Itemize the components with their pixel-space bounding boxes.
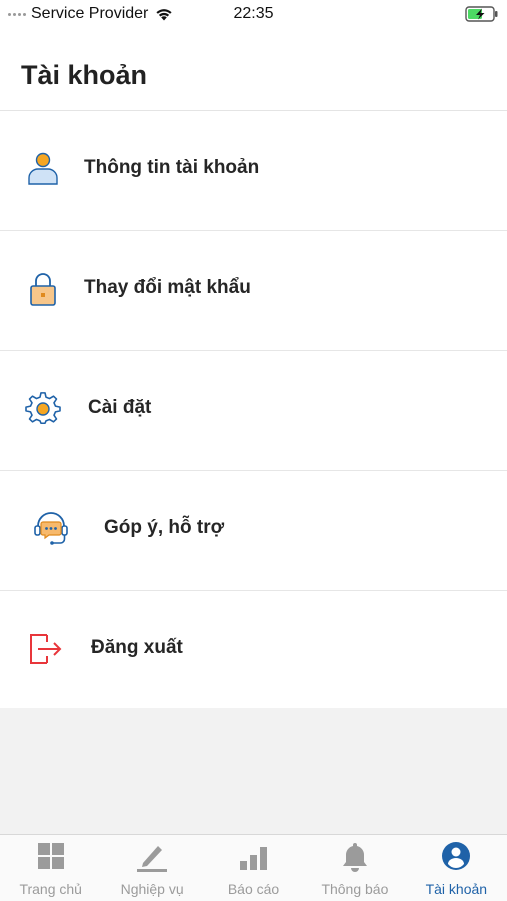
menu-item-settings[interactable]: Cài đặt xyxy=(0,351,507,471)
status-bar: Service Provider 22:35 xyxy=(0,0,507,30)
gear-icon xyxy=(25,392,61,425)
menu-item-label: Cài đặt xyxy=(88,397,152,418)
status-time: 22:35 xyxy=(233,5,274,22)
menu-item-label: Đăng xuất xyxy=(91,637,183,658)
page-title: Tài khoản xyxy=(21,60,148,90)
tab-label: Thông báo xyxy=(321,881,389,897)
menu-item-account-info[interactable]: Thông tin tài khoản xyxy=(0,111,507,231)
header: Tài khoản xyxy=(0,30,507,111)
bell-icon xyxy=(342,843,367,872)
account-icon xyxy=(442,842,471,870)
tab-account[interactable]: Tài khoản xyxy=(406,835,507,901)
support-chat-icon xyxy=(34,512,68,545)
tab-notifications[interactable]: Thông báo xyxy=(304,835,405,901)
pencil-icon xyxy=(137,846,168,872)
lock-icon xyxy=(30,273,56,306)
menu-item-logout[interactable]: Đăng xuất xyxy=(0,591,507,708)
account-menu: Thông tin tài khoản Thay đổi mật khẩu Cà… xyxy=(0,111,507,708)
tab-home[interactable]: Trang chủ xyxy=(0,835,101,901)
grid-icon xyxy=(37,843,64,869)
user-icon xyxy=(28,152,58,185)
menu-item-feedback-support[interactable]: Góp ý, hỗ trợ xyxy=(0,471,507,591)
menu-item-change-password[interactable]: Thay đổi mật khẩu xyxy=(0,231,507,351)
tab-bar: Trang chủ Nghiệp vụ Báo cáo Thông báo Tà… xyxy=(0,834,507,901)
tab-label: Nghiệp vụ xyxy=(120,881,184,897)
menu-item-label: Góp ý, hỗ trợ xyxy=(104,517,225,538)
bar-chart-icon xyxy=(239,847,267,870)
tab-label: Báo cáo xyxy=(227,881,280,897)
menu-item-label: Thay đổi mật khẩu xyxy=(84,277,251,298)
menu-item-label: Thông tin tài khoản xyxy=(84,157,260,178)
tab-label: Trang chủ xyxy=(19,881,82,897)
tab-operations[interactable]: Nghiệp vụ xyxy=(101,835,202,901)
tab-reports[interactable]: Báo cáo xyxy=(203,835,304,901)
tab-label: Tài khoản xyxy=(425,881,488,897)
battery-charging-icon xyxy=(465,6,498,22)
logout-icon xyxy=(30,634,62,664)
